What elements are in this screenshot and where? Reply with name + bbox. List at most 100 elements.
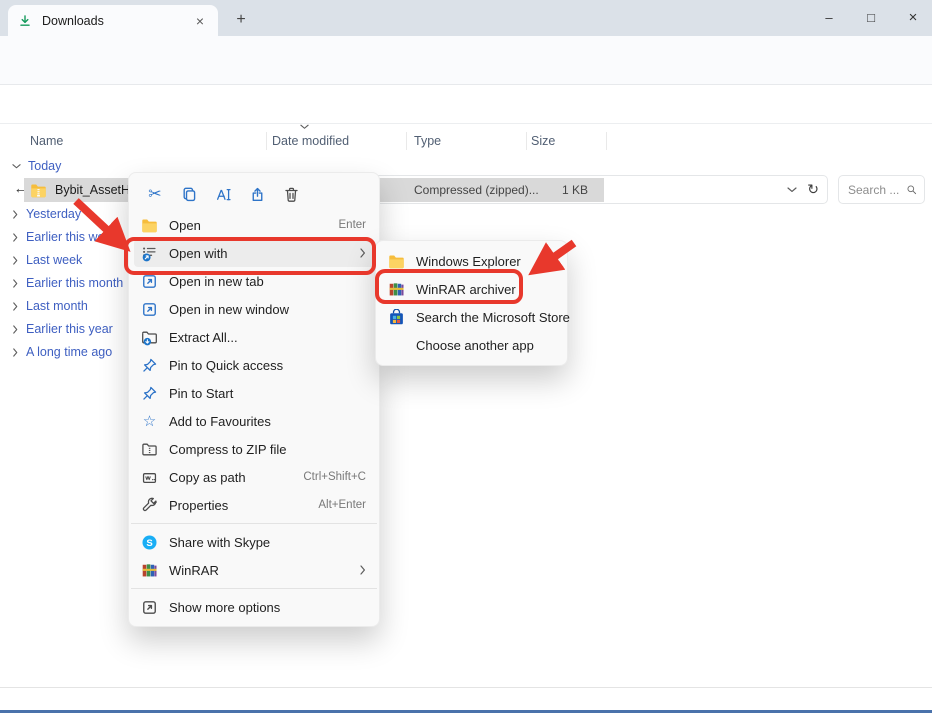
extract-icon (141, 329, 158, 346)
context-menu: ✂ Open Enter Open with Open in new tab O… (128, 172, 380, 627)
tab-close-icon[interactable]: × (192, 13, 208, 29)
search-icon (906, 183, 917, 196)
menu-item-label: Show more options (169, 600, 366, 615)
chevron-right-icon (360, 565, 366, 575)
menu-item-label: Open in new window (169, 302, 366, 317)
menu-item-label: Open with (169, 246, 360, 261)
menu-item-label: WinRAR (169, 563, 360, 578)
menu-item-label: Add to Favourites (169, 414, 366, 429)
menu-item-properties[interactable]: Properties Alt+Enter (134, 491, 374, 519)
menu-item-label: Pin to Start (169, 386, 366, 401)
menu-item-label: Compress to ZIP file (169, 442, 366, 457)
new-tab-button[interactable]: + (228, 7, 254, 33)
menu-item-pin-to-quick-access[interactable]: Pin to Quick access (134, 351, 374, 379)
chevron-right-icon[interactable] (12, 210, 19, 219)
column-header-type[interactable]: Type (414, 134, 441, 148)
folder-icon (388, 253, 405, 270)
menu-item-add-to-favourites[interactable]: ☆ Add to Favourites (134, 407, 374, 435)
copy-button[interactable] (172, 181, 206, 209)
submenu-item-choose-another-app[interactable]: Choose another app (381, 331, 562, 359)
pin-icon (141, 385, 158, 402)
menu-item-compress-to-zip[interactable]: Compress to ZIP file (134, 435, 374, 463)
chevron-right-icon (360, 248, 366, 258)
share-button[interactable] (240, 181, 274, 209)
winrar-icon (141, 562, 158, 579)
column-divider[interactable] (606, 132, 607, 150)
submenu-item-label: Choose another app (416, 338, 534, 353)
menu-item-label: Open (169, 218, 331, 233)
refresh-icon[interactable]: ↻ (807, 181, 819, 198)
winrar-icon (388, 281, 405, 298)
menu-item-winrar[interactable]: WinRAR (134, 556, 374, 584)
submenu-item-label: Search the Microsoft Store (416, 310, 570, 325)
submenu-item-label: WinRAR archiver (416, 282, 516, 297)
minimize-button[interactable]: – (806, 0, 852, 36)
microsoft-store-icon (388, 309, 405, 326)
group-label: Yesterday (26, 207, 81, 221)
menu-item-label: Copy as path (169, 470, 295, 485)
menu-item-open-with[interactable]: Open with (134, 239, 374, 267)
tab-title: Downloads (42, 14, 192, 28)
address-bar: ← → ↑ › Downloads ↻ (0, 85, 932, 124)
menu-item-open[interactable]: Open Enter (134, 211, 374, 239)
submenu-item-windows-explorer[interactable]: Windows Explorer (381, 247, 562, 275)
column-header-date-modified[interactable]: Date modified (272, 134, 349, 148)
chevron-right-icon[interactable] (12, 302, 19, 311)
group-label: Today (28, 159, 61, 173)
command-toolbar: New ✂ ↑↓ Sort ≡ View Extract all ··· (0, 36, 932, 85)
show-more-icon (141, 599, 158, 616)
column-divider[interactable] (266, 132, 267, 150)
group-label: Earlier this year (26, 322, 113, 336)
copy-path-icon (141, 469, 158, 486)
menu-item-extract-all[interactable]: Extract All... (134, 323, 374, 351)
group-label: Earlier this month (26, 276, 123, 290)
column-header-size[interactable]: Size (531, 134, 555, 148)
menu-item-pin-to-start[interactable]: Pin to Start (134, 379, 374, 407)
share-icon (249, 186, 266, 203)
copy-icon (181, 186, 198, 203)
menu-item-open-in-new-window[interactable]: Open in new window (134, 295, 374, 323)
maximize-button[interactable]: □ (848, 0, 894, 36)
context-menu-icon-row: ✂ (129, 178, 379, 211)
search-box[interactable] (838, 175, 925, 204)
menu-divider (131, 588, 377, 589)
menu-divider (131, 523, 377, 524)
skype-icon (141, 534, 158, 551)
column-header-name[interactable]: Name (30, 134, 63, 148)
open-with-submenu: Windows Explorer WinRAR archiver Search … (375, 240, 568, 366)
chevron-down-icon[interactable] (12, 162, 21, 171)
submenu-item-winrar-archiver[interactable]: WinRAR archiver (381, 275, 562, 303)
chevron-right-icon[interactable] (12, 279, 19, 288)
close-button[interactable]: × (890, 0, 932, 36)
menu-item-label: Share with Skype (169, 535, 366, 550)
address-dropdown-icon[interactable] (787, 187, 797, 193)
chevron-right-icon[interactable] (12, 233, 19, 242)
delete-button[interactable] (274, 181, 308, 209)
chevron-right-icon[interactable] (12, 256, 19, 265)
column-divider[interactable] (406, 132, 407, 150)
pin-icon (141, 357, 158, 374)
group-label: Earlier this week (26, 230, 118, 244)
download-icon (18, 14, 32, 28)
chevron-right-icon[interactable] (12, 348, 19, 357)
file-size: 1 KB (562, 183, 588, 197)
menu-item-label: Pin to Quick access (169, 358, 366, 373)
menu-item-open-in-new-tab[interactable]: Open in new tab (134, 267, 374, 295)
menu-item-label: Properties (169, 498, 310, 513)
chevron-right-icon[interactable] (12, 325, 19, 334)
file-type: Compressed (zipped)... (414, 183, 539, 197)
tab-downloads[interactable]: Downloads × (8, 5, 218, 36)
file-explorer-window: Downloads × + – □ × New ✂ ↑↓ Sort ≡ View (0, 0, 932, 713)
menu-item-copy-as-path[interactable]: Copy as path Ctrl+Shift+C (134, 463, 374, 491)
submenu-item-search-microsoft-store[interactable]: Search the Microsoft Store (381, 303, 562, 331)
rename-button[interactable] (206, 181, 240, 209)
open-with-icon (141, 245, 158, 262)
column-divider[interactable] (526, 132, 527, 150)
compress-icon (141, 441, 158, 458)
menu-item-share-with-skype[interactable]: Share with Skype (134, 528, 374, 556)
menu-item-show-more-options[interactable]: Show more options (134, 593, 374, 621)
search-input[interactable] (846, 182, 906, 198)
sort-direction-icon (300, 124, 309, 130)
cut-button[interactable]: ✂ (138, 181, 172, 209)
rename-icon (215, 186, 232, 203)
